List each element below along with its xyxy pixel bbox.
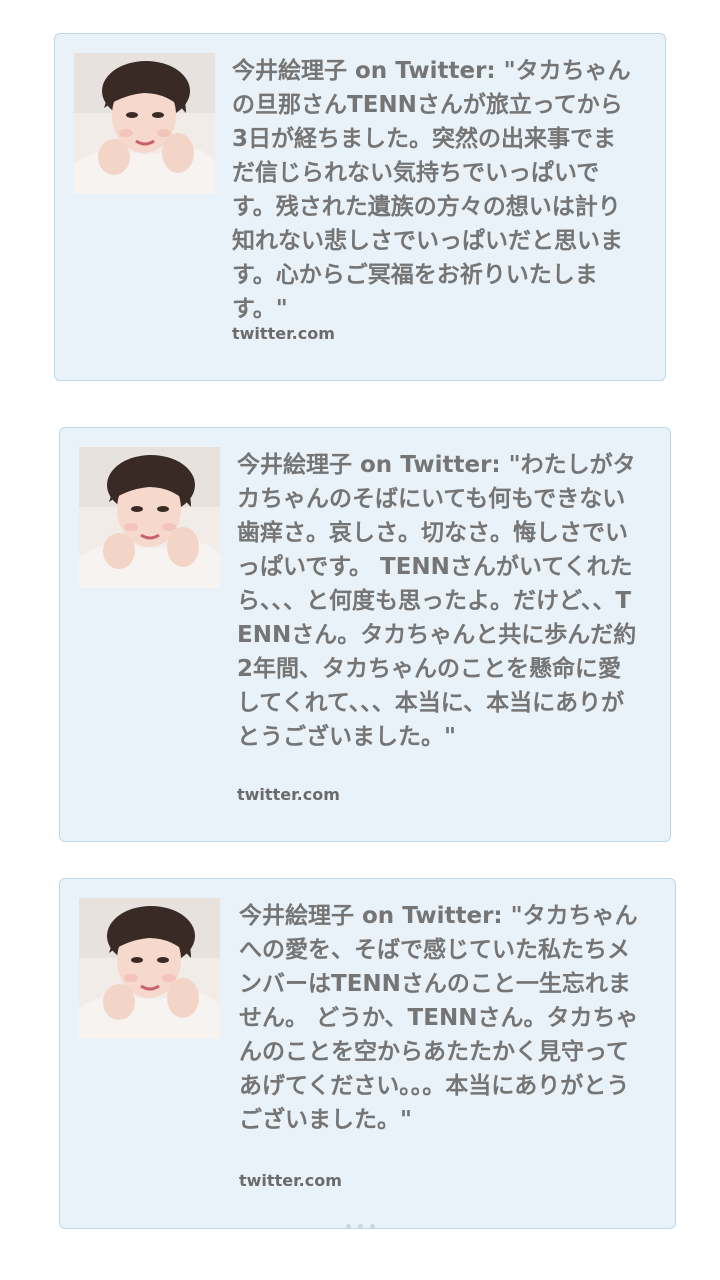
card-text: 今井絵理子 on Twitter: "タカちゃんへの愛を、そばで感じていた私たち…	[239, 903, 639, 1133]
link-preview-card[interactable]: 今井絵理子 on Twitter: "タカちゃんの旦那さんTENNさんが旅立って…	[54, 33, 666, 381]
link-preview-card[interactable]: 今井絵理子 on Twitter: "タカちゃんへの愛を、そばで感じていた私たち…	[59, 878, 676, 1229]
card-domain[interactable]: twitter.com	[232, 324, 335, 344]
link-preview-card[interactable]: 今井絵理子 on Twitter: "わたしがタカちゃんのそばにいても何もできな…	[59, 427, 671, 842]
card-domain[interactable]: twitter.com	[237, 785, 340, 805]
profile-photo-icon[interactable]	[79, 447, 220, 588]
page-indicator-dot	[346, 1224, 351, 1229]
card-domain[interactable]: twitter.com	[239, 1171, 342, 1191]
card-text: 今井絵理子 on Twitter: "わたしがタカちゃんのそばにいても何もできな…	[237, 452, 637, 750]
page-indicator	[346, 1224, 375, 1229]
card-text: 今井絵理子 on Twitter: "タカちゃんの旦那さんTENNさんが旅立って…	[232, 58, 631, 322]
page-indicator-dot	[370, 1224, 375, 1229]
profile-photo-image	[79, 898, 220, 1039]
profile-photo-image	[79, 447, 220, 588]
profile-photo-image	[74, 53, 215, 194]
profile-photo-icon[interactable]	[79, 898, 220, 1039]
profile-photo-icon[interactable]	[74, 53, 215, 194]
page: 今井絵理子 on Twitter: "タカちゃんの旦那さんTENNさんが旅立って…	[0, 0, 720, 1280]
page-indicator-dot	[358, 1224, 363, 1229]
